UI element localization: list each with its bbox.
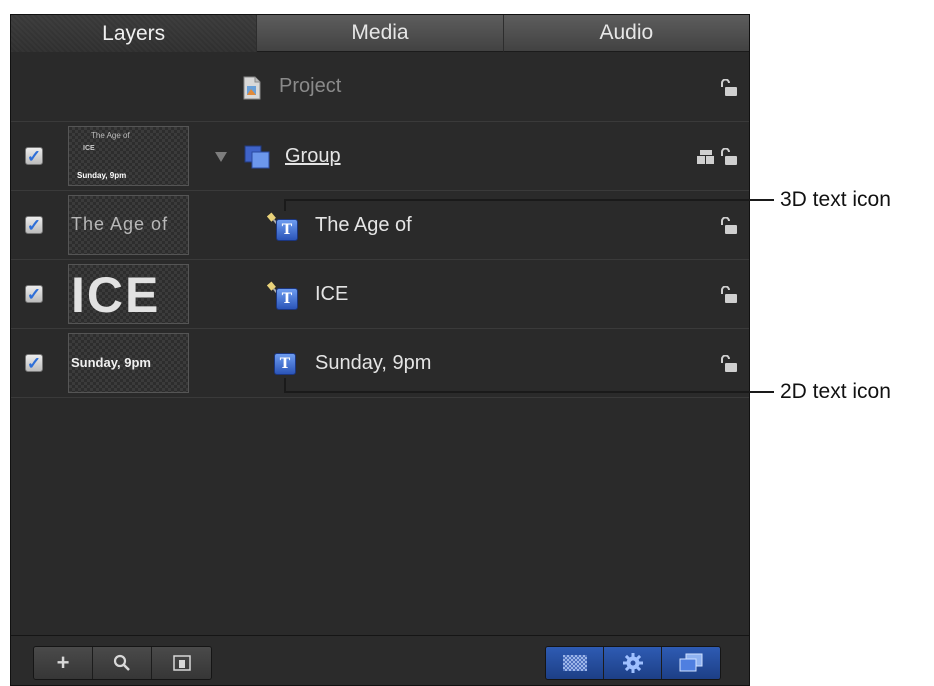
lock-open-icon[interactable] bbox=[719, 355, 739, 373]
bottom-toolbar: + bbox=[11, 635, 749, 685]
layer-row-group[interactable]: ✓ The Age of ICE Sunday, 9pm Group bbox=[11, 122, 749, 191]
tab-media[interactable]: Media bbox=[257, 15, 504, 52]
thumb-line-1: The Age of bbox=[91, 131, 130, 140]
tab-audio[interactable]: Audio bbox=[503, 15, 749, 52]
layer-row-ice[interactable]: ✓ ICE T ICE bbox=[11, 260, 749, 329]
callout-2d-text-icon: 2D text icon bbox=[780, 380, 891, 403]
thumb-line-2: ICE bbox=[83, 145, 95, 152]
layer-thumbnail: ICE bbox=[68, 264, 189, 324]
disclosure-triangle-icon[interactable] bbox=[215, 152, 227, 162]
thumb-text: ICE bbox=[71, 267, 161, 323]
layer-label: Sunday, 9pm bbox=[315, 352, 432, 374]
thumbnail-view-icon bbox=[172, 655, 191, 671]
add-icon: + bbox=[56, 650, 70, 675]
group-icon bbox=[244, 145, 270, 169]
gear-button[interactable] bbox=[604, 647, 662, 679]
layer-thumbnail: The Age of ICE Sunday, 9pm bbox=[68, 126, 189, 186]
checkerboard-button[interactable] bbox=[546, 647, 604, 679]
layer-label: Group bbox=[285, 145, 341, 167]
layer-stack-icon[interactable] bbox=[695, 149, 715, 165]
visibility-checkbox[interactable]: ✓ bbox=[25, 216, 43, 234]
3d-text-icon: T bbox=[266, 212, 299, 243]
tab-layers[interactable]: Layers bbox=[11, 15, 258, 52]
lock-open-icon[interactable] bbox=[719, 286, 739, 304]
callout-line-2d bbox=[284, 391, 774, 393]
layer-row-sunday-9pm[interactable]: ✓ Sunday, 9pm T Sunday, 9pm bbox=[11, 329, 749, 398]
thumb-text: Sunday, 9pm bbox=[71, 355, 151, 370]
lock-open-icon[interactable] bbox=[719, 148, 739, 166]
thumbnail-view-button[interactable] bbox=[152, 647, 211, 679]
visibility-checkbox[interactable]: ✓ bbox=[25, 354, 43, 372]
thumb-line-3: Sunday, 9pm bbox=[77, 171, 127, 180]
search-button[interactable] bbox=[93, 647, 152, 679]
layer-label: The Age of bbox=[315, 214, 412, 236]
gear-icon bbox=[622, 653, 643, 673]
search-icon bbox=[113, 654, 130, 671]
2d-text-icon: T bbox=[274, 353, 296, 375]
lock-open-icon[interactable] bbox=[719, 79, 739, 97]
checkerboard-icon bbox=[562, 655, 587, 671]
left-button-group: + bbox=[33, 646, 212, 680]
visibility-checkbox[interactable]: ✓ bbox=[25, 147, 43, 165]
callout-3d-text-icon: 3D text icon bbox=[780, 188, 891, 211]
layers-button[interactable] bbox=[662, 647, 720, 679]
layers-panel: Layers Media Audio Project ✓ The Age of … bbox=[10, 14, 750, 686]
callout-line-3d bbox=[284, 199, 774, 201]
project-icon bbox=[243, 76, 261, 100]
thumb-text: The Age of bbox=[71, 214, 169, 234]
layers-icon bbox=[679, 653, 703, 672]
3d-text-icon: T bbox=[266, 281, 299, 312]
visibility-checkbox[interactable]: ✓ bbox=[25, 285, 43, 303]
layer-thumbnail: Sunday, 9pm bbox=[68, 333, 189, 393]
right-button-group bbox=[545, 646, 721, 680]
layer-row-the-age-of[interactable]: ✓ The Age of T The Age of bbox=[11, 191, 749, 260]
lock-open-icon[interactable] bbox=[719, 217, 739, 235]
layer-label: ICE bbox=[315, 283, 349, 305]
callout-line-2d bbox=[284, 378, 286, 392]
tab-bar: Layers Media Audio bbox=[11, 15, 749, 52]
project-label: Project bbox=[279, 75, 342, 97]
layer-thumbnail: The Age of bbox=[68, 195, 189, 255]
add-button[interactable]: + bbox=[34, 647, 93, 679]
project-row[interactable]: Project bbox=[11, 53, 749, 122]
